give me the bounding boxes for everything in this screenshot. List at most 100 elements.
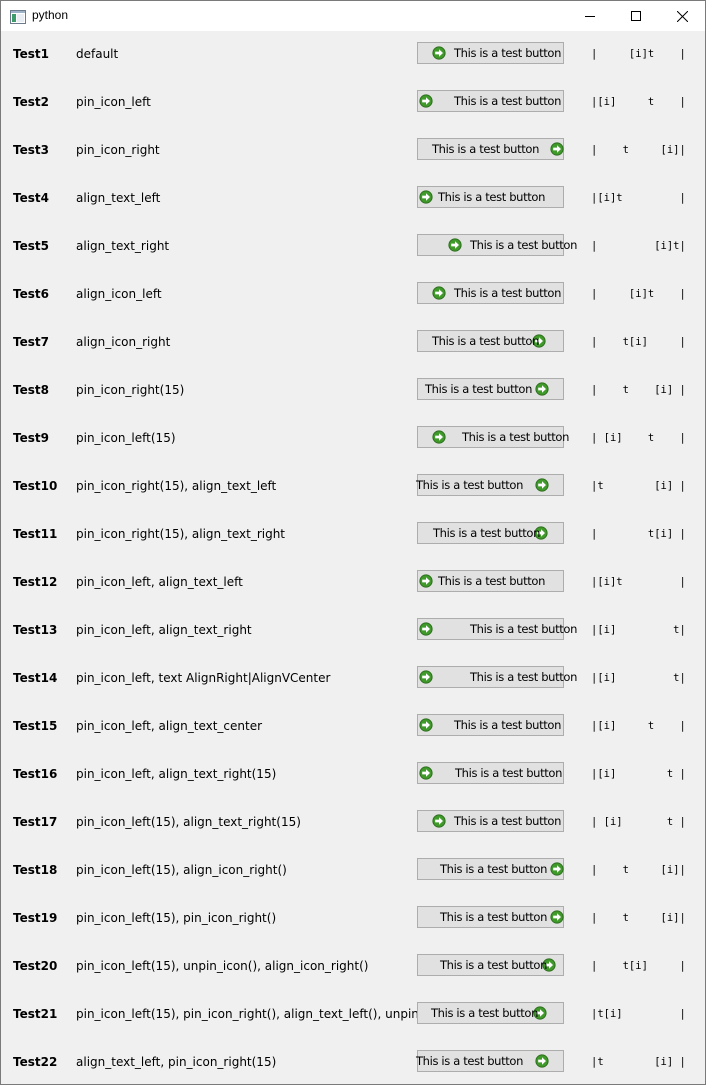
test-label: Test8 — [13, 383, 49, 397]
test-button[interactable]: This is a test button — [417, 858, 564, 880]
layout-diagram: | [i]t | — [591, 48, 686, 60]
test-button[interactable]: This is a test button — [417, 906, 564, 928]
test-button-label: This is a test button — [416, 478, 524, 492]
test-button[interactable]: This is a test button — [417, 762, 564, 784]
test-row: Test10 pin_icon_right(15), align_text_lef… — [1, 463, 705, 511]
test-button-label: This is a test button — [425, 382, 533, 396]
test-button[interactable]: This is a test button — [417, 90, 564, 112]
green-arrow-icon — [448, 238, 462, 252]
app-window: python Test1 default This is a test butto… — [0, 0, 706, 1085]
test-button-label: This is a test button — [432, 334, 540, 348]
green-arrow-icon — [419, 574, 433, 588]
test-label: Test14 — [13, 671, 58, 685]
test-description: pin_icon_left(15), align_icon_right() — [76, 863, 287, 877]
layout-diagram: | [i] t | — [591, 432, 686, 444]
test-description: pin_icon_left, text AlignRight|AlignVCen… — [76, 671, 331, 685]
green-arrow-icon — [432, 430, 446, 444]
test-button[interactable]: This is a test button — [417, 1002, 564, 1024]
test-label: Test17 — [13, 815, 58, 829]
test-row: Test1 default This is a test button | [i]t… — [1, 31, 705, 79]
test-description: pin_icon_left(15), pin_icon_right() — [76, 911, 277, 925]
test-button-label: This is a test button — [440, 958, 548, 972]
test-row: Test9 pin_icon_left(15) This is a test bu… — [1, 415, 705, 463]
test-button[interactable]: This is a test button — [417, 282, 564, 304]
test-button-label: This is a test button — [454, 46, 562, 60]
test-description: pin_icon_left, align_text_right(15) — [76, 767, 277, 781]
test-button[interactable]: This is a test button — [417, 666, 577, 688]
layout-diagram: | t [i]| — [591, 864, 686, 876]
test-button[interactable]: This is a test button — [417, 138, 564, 160]
close-icon — [676, 10, 688, 22]
minimize-button[interactable] — [567, 1, 613, 31]
test-button[interactable]: This is a test button — [417, 42, 564, 64]
test-label: Test15 — [13, 719, 58, 733]
test-button[interactable]: This is a test button — [417, 186, 564, 208]
green-arrow-icon — [535, 382, 549, 396]
test-button-label: This is a test button — [470, 238, 578, 252]
test-label: Test22 — [13, 1055, 58, 1069]
test-description: default — [76, 47, 119, 61]
test-label: Test13 — [13, 623, 58, 637]
test-button[interactable]: This is a test button — [417, 810, 564, 832]
test-label: Test4 — [13, 191, 49, 205]
minimize-icon — [585, 16, 595, 17]
test-button[interactable]: This is a test button — [417, 570, 564, 592]
title-bar[interactable]: python — [1, 1, 705, 31]
test-description: align_text_left — [76, 191, 161, 205]
test-description: pin_icon_left — [76, 95, 151, 109]
green-arrow-icon — [432, 814, 446, 828]
green-arrow-icon — [550, 142, 564, 156]
test-row: Test3 pin_icon_right This is a test butto… — [1, 127, 705, 175]
test-button[interactable]: This is a test button — [417, 954, 564, 976]
test-button[interactable]: This is a test button — [417, 714, 564, 736]
layout-diagram: |t[i] | — [591, 1008, 686, 1020]
test-row: Test8 pin_icon_right(15) This is a test b… — [1, 367, 705, 415]
test-row: Test5 align_text_right This is a test but… — [1, 223, 705, 271]
layout-diagram: |[i] t| — [591, 672, 686, 684]
test-button-label: This is a test button — [416, 1054, 524, 1068]
test-button[interactable]: This is a test button — [417, 426, 569, 448]
window-title: python — [32, 8, 69, 22]
test-row: Test22 align_text_left, pin_icon_right(15… — [1, 1039, 705, 1084]
green-arrow-icon — [419, 670, 433, 684]
green-arrow-icon — [419, 94, 433, 108]
test-button-label: This is a test button — [455, 766, 563, 780]
test-description: pin_icon_left, align_text_center — [76, 719, 263, 733]
maximize-button[interactable] — [613, 1, 659, 31]
test-label: Test6 — [13, 287, 49, 301]
close-button[interactable] — [659, 1, 705, 31]
test-button-label: This is a test button — [470, 670, 578, 684]
test-button[interactable]: This is a test button — [417, 618, 577, 640]
layout-diagram: | t [i]| — [591, 144, 686, 156]
test-row: Test16 pin_icon_left, align_text_right(15… — [1, 751, 705, 799]
layout-diagram: |[i] t | — [591, 768, 686, 780]
green-arrow-icon — [419, 718, 433, 732]
test-button[interactable]: This is a test button — [416, 474, 564, 496]
layout-diagram: | t [i] | — [591, 384, 686, 396]
test-row: Test20 pin_icon_left(15), unpin_icon(), a… — [1, 943, 705, 991]
test-button[interactable]: This is a test button — [417, 378, 564, 400]
green-arrow-icon — [550, 862, 564, 876]
test-row: Test6 align_icon_left This is a test butt… — [1, 271, 705, 319]
test-description: align_icon_left — [76, 287, 162, 301]
test-description: align_icon_right — [76, 335, 171, 349]
test-row: Test12 pin_icon_left, align_text_left Thi… — [1, 559, 705, 607]
test-row: Test7 align_icon_right This is a test but… — [1, 319, 705, 367]
test-label: Test7 — [13, 335, 49, 349]
test-button[interactable]: This is a test button — [417, 330, 564, 352]
test-button-label: This is a test button — [433, 526, 541, 540]
test-description: pin_icon_right(15), align_text_right — [76, 527, 286, 541]
test-button[interactable]: This is a test button — [417, 522, 564, 544]
test-button[interactable]: This is a test button — [416, 1050, 564, 1072]
test-label: Test20 — [13, 959, 58, 973]
layout-diagram: |t [i] | — [591, 480, 686, 492]
test-button[interactable]: This is a test button — [417, 234, 577, 256]
test-row: Test15 pin_icon_left, align_text_center T… — [1, 703, 705, 751]
test-button-label: This is a test button — [440, 862, 548, 876]
test-description: pin_icon_left(15) — [76, 431, 176, 445]
layout-diagram: | t[i] | — [591, 528, 686, 540]
test-label: Test21 — [13, 1007, 58, 1021]
test-description: pin_icon_left(15), align_text_right(15) — [76, 815, 301, 829]
test-description: pin_icon_right — [76, 143, 160, 157]
test-button-label: This is a test button — [440, 910, 548, 924]
